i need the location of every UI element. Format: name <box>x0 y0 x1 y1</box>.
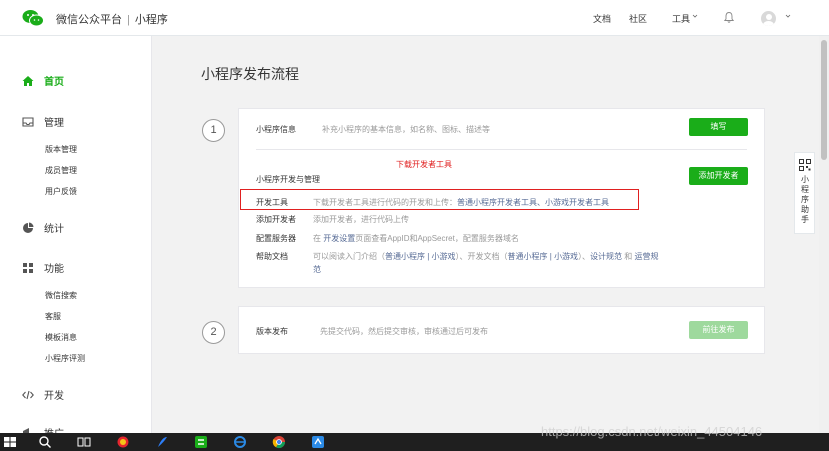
release-desc: 先提交代码，然后提交审核，审核通过后可发布 <box>320 327 488 336</box>
sidebar-item-members[interactable]: 成员管理 <box>45 165 77 176</box>
game-devtools-link[interactable]: 小游戏开发者工具 <box>545 198 609 207</box>
sidebar-item-evaluation[interactable]: 小程序评测 <box>45 353 85 364</box>
wechat-logo-icon[interactable] <box>22 9 44 27</box>
step-1-divider <box>256 149 747 150</box>
sidebar-item-stats-label: 统计 <box>44 224 64 235</box>
sidebar-item-dev-label: 开发 <box>44 391 64 402</box>
step-2-number: 2 <box>202 321 225 344</box>
page-scrollbar[interactable] <box>819 36 829 433</box>
pie-chart-icon <box>23 222 34 233</box>
add-developer-button[interactable]: 添加开发者 <box>689 167 748 185</box>
dev-tools-desc: 下载开发者工具进行代码的开发和上传： <box>313 198 457 207</box>
scrollbar-thumb[interactable] <box>821 40 827 160</box>
config-server-prefix: 在 <box>313 234 321 243</box>
sidebar-item-features-label: 功能 <box>44 264 64 275</box>
ops-spec-link[interactable]: 运营规 <box>635 252 659 261</box>
sidebar-item-home[interactable]: 首页 <box>22 73 64 88</box>
step-2-card <box>238 306 765 354</box>
search-icon[interactable] <box>38 435 52 449</box>
release-label: 版本发布 <box>256 327 288 336</box>
product-name: 小程序 <box>134 14 168 26</box>
docs-game-link[interactable]: 小游戏 <box>554 252 578 261</box>
brand-title: 微信公众平台 | 小程序 <box>56 11 168 27</box>
dev-management-label: 小程序开发与管理 <box>256 175 320 184</box>
sidebar-item-dev[interactable]: 开发 <box>22 387 64 402</box>
sidebar-item-template-messages[interactable]: 模板消息 <box>45 332 77 343</box>
mini-program-helper[interactable]: 小程序助手 <box>794 152 815 234</box>
grid-icon <box>23 262 33 273</box>
nav-docs[interactable]: 文档 <box>593 12 611 25</box>
brand-separator: | <box>127 14 130 26</box>
dev-tools-label: 开发工具 <box>256 198 288 207</box>
mini-program-info-desc: 补充小程序的基本信息，如名称、图标、描述等 <box>322 125 490 134</box>
help-intro-text: 可以阅读入门介绍（ <box>313 252 385 261</box>
sidebar-item-stats[interactable]: 统计 <box>22 220 64 235</box>
sidebar-item-manage-label: 管理 <box>44 118 64 129</box>
code-icon <box>22 390 34 399</box>
add-developer-desc: 添加开发者，进行代码上传 <box>313 215 409 224</box>
step-1-number: 1 <box>202 119 225 142</box>
chrome-browser-icon[interactable] <box>272 435 286 449</box>
account-chevron-down-icon[interactable] <box>785 13 791 19</box>
sidebar-item-features[interactable]: 功能 <box>22 260 64 275</box>
download-tools-annotation: 下载开发者工具 <box>396 160 452 169</box>
intro-normal-link[interactable]: 普通小程序 <box>385 252 425 261</box>
normal-devtools-link[interactable]: 普通小程序开发者工具 <box>457 198 537 207</box>
home-icon <box>22 75 34 86</box>
sidebar-item-wechat-search[interactable]: 微信搜索 <box>45 290 77 301</box>
help-docs-row: 可以阅读入门介绍（普通小程序 | 小游戏）、开发文档（普通小程序 | 小游戏）、… <box>313 251 659 262</box>
page-title: 小程序发布流程 <box>201 66 299 82</box>
devtools-app-icon[interactable] <box>311 435 325 449</box>
tools-chevron-down-icon[interactable] <box>692 13 698 19</box>
help-and-text: 和 <box>624 252 633 261</box>
help-close-text: ）、 <box>578 252 591 261</box>
config-server-label: 配置服务器 <box>256 234 296 243</box>
dev-settings-link[interactable]: 开发设置 <box>323 234 355 243</box>
help-docs-label: 帮助文档 <box>256 252 288 261</box>
user-avatar[interactable] <box>761 11 776 26</box>
design-spec-link[interactable]: 设计规范 <box>590 252 622 261</box>
bell-icon[interactable] <box>723 11 735 24</box>
docs-normal-link[interactable]: 普通小程序 <box>508 252 548 261</box>
helper-label: 小程序助手 <box>801 175 809 224</box>
add-developer-label: 添加开发者 <box>256 215 296 224</box>
go-release-button[interactable]: 前往发布 <box>689 321 748 339</box>
sidebar-item-customer-service[interactable]: 客服 <box>45 311 61 322</box>
sidebar-item-feedback[interactable]: 用户反馈 <box>45 186 77 197</box>
task-view-icon[interactable] <box>77 435 91 449</box>
dev-tools-row: 下载开发者工具进行代码的开发和上传：普通小程序开发者工具、小游戏开发者工具 <box>313 197 609 208</box>
nav-tools[interactable]: 工具 <box>672 12 690 25</box>
app-icon-feather[interactable] <box>155 435 169 449</box>
mini-program-info-label: 小程序信息 <box>256 125 296 134</box>
app-icon-colorful[interactable] <box>116 435 130 449</box>
sidebar-item-versions[interactable]: 版本管理 <box>45 144 77 155</box>
sidebar-item-home-label: 首页 <box>44 77 64 88</box>
intro-game-link[interactable]: 小游戏 <box>432 252 456 261</box>
config-server-row: 在 开发设置页面查看AppID和AppSecret，配置服务器域名 <box>313 233 519 244</box>
help-docs-text: ）、开发文档（ <box>455 252 508 261</box>
app-icon-green[interactable] <box>194 435 208 449</box>
ops-spec-link-wrap[interactable]: 范 <box>313 264 321 275</box>
ie-browser-icon[interactable] <box>233 435 247 449</box>
devtools-link-separator: 、 <box>537 198 545 207</box>
inbox-icon <box>22 116 34 127</box>
top-bar: 微信公众平台 | 小程序 文档 社区 工具 <box>0 0 829 36</box>
nav-community[interactable]: 社区 <box>629 12 647 25</box>
csdn-watermark: https://blog.csdn.net/weixin_44504146 <box>541 424 763 439</box>
qr-code-icon <box>799 159 811 171</box>
sidebar-item-manage[interactable]: 管理 <box>22 114 64 129</box>
fill-info-button[interactable]: 填写 <box>689 118 748 136</box>
windows-start-icon[interactable] <box>3 435 17 449</box>
config-server-rest: 页面查看AppID和AppSecret，配置服务器域名 <box>355 234 519 243</box>
brand-name: 微信公众平台 <box>56 14 122 26</box>
